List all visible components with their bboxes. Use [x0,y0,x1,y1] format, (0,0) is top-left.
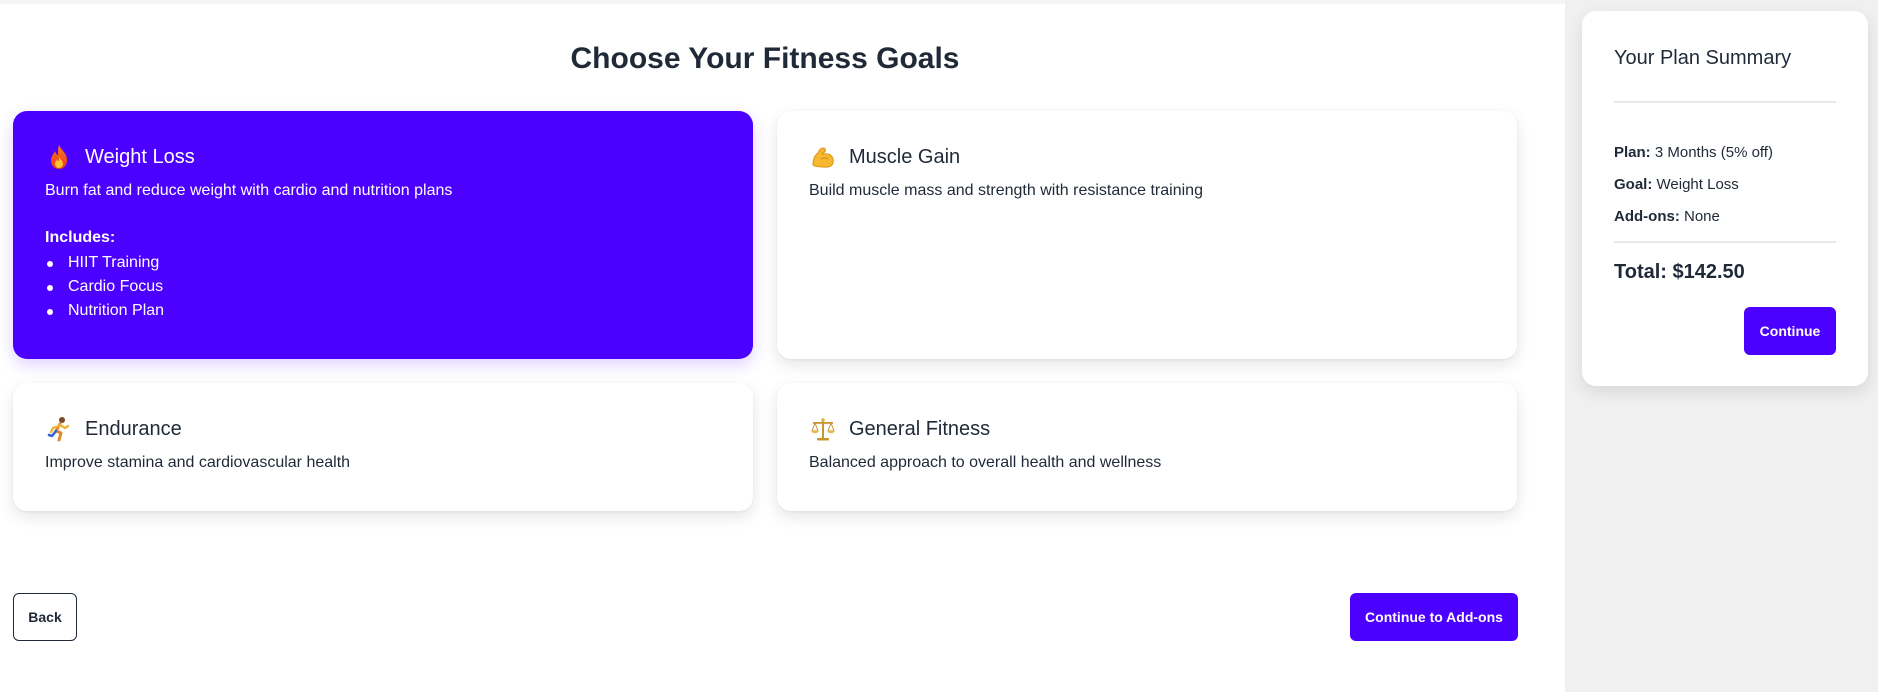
summary-details: Plan: 3 Months (5% off) Goal: Weight Los… [1614,137,1836,233]
main-content: Choose Your Fitness Goals Weight Loss Bu… [0,0,1565,692]
balance-scale-icon [809,415,837,443]
summary-goal-value: Weight Loss [1656,176,1739,193]
includes-item: Cardio Focus [45,275,721,299]
summary-continue-button[interactable]: Continue [1744,307,1836,355]
includes-list: HIIT Training Cardio Focus Nutrition Pla… [45,251,721,323]
summary-addons-label: Add-ons: [1614,208,1680,225]
card-description: Balanced approach to overall health and … [809,454,1162,471]
includes-heading: Includes: [45,229,116,246]
card-title: Endurance [85,417,182,440]
card-header: General Fitness [809,415,1485,443]
card-title: Muscle Gain [849,145,961,168]
divider [1614,241,1836,243]
plan-summary-panel: Your Plan Summary Plan: 3 Months (5% off… [1582,11,1868,386]
summary-goal-label: Goal: [1614,176,1653,193]
card-description: Improve stamina and cardiovascular healt… [45,454,351,471]
goal-card-general-fitness[interactable]: General Fitness Balanced approach to ove… [777,383,1517,511]
goal-card-muscle-gain[interactable]: Muscle Gain Build muscle mass and streng… [777,111,1517,359]
card-title: Weight Loss [85,145,195,168]
goal-card-endurance[interactable]: Endurance Improve stamina and cardiovasc… [13,383,753,511]
card-description: Build muscle mass and strength with resi… [809,182,1203,199]
summary-plan-value: 3 Months (5% off) [1654,144,1773,161]
summary-title: Your Plan Summary [1614,47,1792,69]
card-header: Muscle Gain [809,143,1485,171]
continue-to-addons-button[interactable]: Continue to Add-ons [1350,593,1518,641]
summary-goal-row: Goal: Weight Loss [1614,169,1836,201]
summary-plan-label: Plan: [1614,144,1651,161]
includes-item: Nutrition Plan [45,299,721,323]
card-description: Burn fat and reduce weight with cardio a… [45,182,453,199]
flexed-biceps-icon [809,143,837,171]
running-person-icon [45,415,73,443]
top-strip [0,0,1565,4]
back-button[interactable]: Back [13,593,77,641]
card-header: Weight Loss [45,143,721,171]
page-title: Choose Your Fitness Goals [570,42,960,75]
page: Choose Your Fitness Goals Weight Loss Bu… [0,0,1878,692]
card-title: General Fitness [849,417,991,440]
goal-card-weight-loss[interactable]: Weight Loss Burn fat and reduce weight w… [13,111,753,359]
fire-icon [45,143,73,171]
summary-total: Total: $142.50 [1614,261,1745,283]
divider [1614,101,1836,103]
card-header: Endurance [45,415,721,443]
includes-item: HIIT Training [45,251,721,275]
summary-addons-row: Add-ons: None [1614,201,1836,233]
summary-addons-value: None [1684,208,1720,225]
summary-plan-row: Plan: 3 Months (5% off) [1614,137,1836,169]
